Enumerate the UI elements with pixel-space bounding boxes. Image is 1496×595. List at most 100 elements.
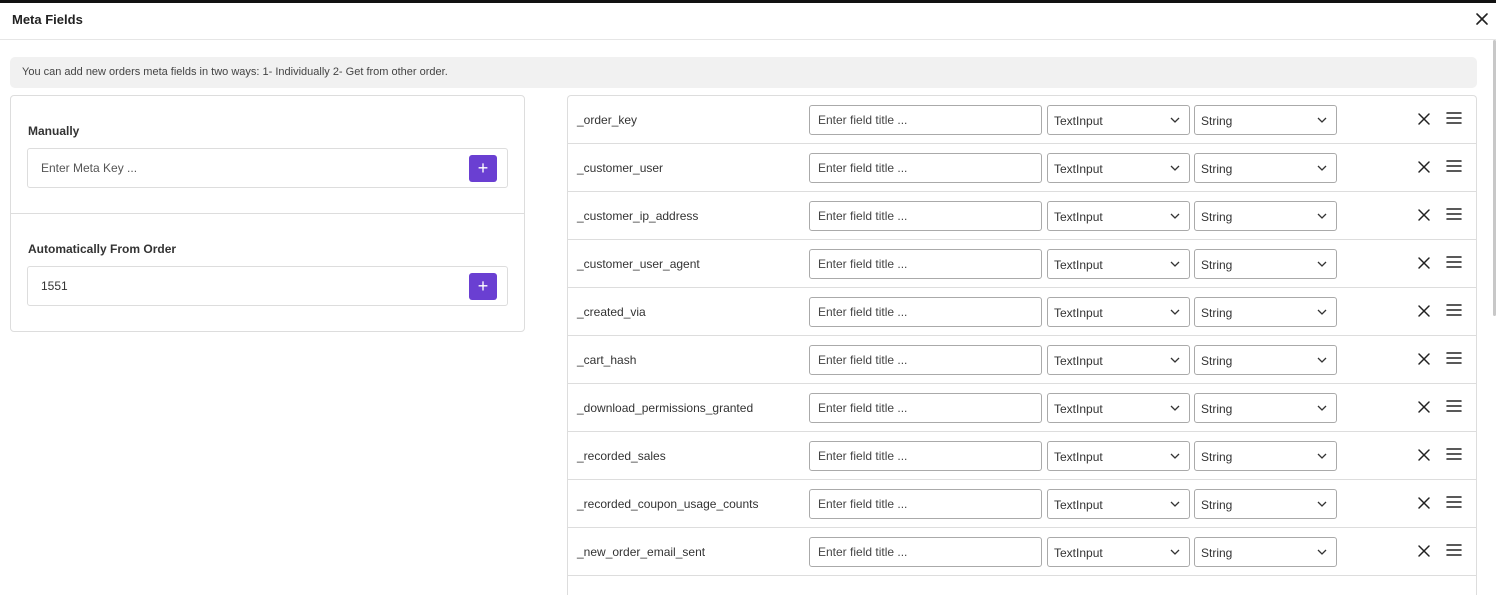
order-id-input[interactable] <box>29 268 466 304</box>
chevron-down-icon <box>1170 261 1180 267</box>
chevron-down-icon <box>1317 213 1327 219</box>
meta-field-key: _order_key <box>577 113 638 127</box>
field-type-select[interactable]: TextInput <box>1047 489 1190 519</box>
data-type-value: String <box>1201 546 1233 560</box>
add-meta-panel: Manually + Automatically From Order + <box>10 95 525 332</box>
drag-handle-icon[interactable] <box>1446 447 1462 461</box>
chevron-down-icon <box>1317 549 1327 555</box>
field-title-input[interactable] <box>809 537 1042 567</box>
drag-handle-icon[interactable] <box>1446 303 1462 317</box>
add-from-order-button[interactable]: + <box>469 273 497 300</box>
data-type-select[interactable]: String <box>1194 393 1337 423</box>
drag-handle-icon[interactable] <box>1446 351 1462 365</box>
field-title-input[interactable] <box>809 249 1042 279</box>
meta-field-key: _customer_ip_address <box>577 209 699 223</box>
data-type-value: String <box>1201 498 1233 512</box>
data-type-select[interactable]: String <box>1194 441 1337 471</box>
add-meta-key-button[interactable]: + <box>469 155 497 182</box>
meta-field-row: _cart_hash TextInput String <box>568 336 1476 384</box>
field-type-select[interactable]: TextInput <box>1047 153 1190 183</box>
field-type-value: TextInput <box>1054 546 1103 560</box>
meta-field-key: _download_permissions_granted <box>577 401 754 415</box>
meta-field-row: _customer_user TextInput String <box>568 144 1476 192</box>
chevron-down-icon <box>1170 357 1180 363</box>
drag-handle-icon[interactable] <box>1446 543 1462 557</box>
field-type-select[interactable]: TextInput <box>1047 345 1190 375</box>
field-title-input[interactable] <box>809 345 1042 375</box>
delete-row-icon[interactable] <box>1417 448 1431 462</box>
meta-field-key: _customer_user <box>577 161 664 175</box>
field-title-input[interactable] <box>809 201 1042 231</box>
meta-key-input[interactable] <box>29 150 466 186</box>
manual-label: Manually <box>28 124 80 138</box>
meta-fields-list: _order_key TextInput String _customer_us… <box>567 95 1477 595</box>
meta-field-row: _download_permissions_granted TextInput … <box>568 384 1476 432</box>
data-type-value: String <box>1201 210 1233 224</box>
delete-row-icon[interactable] <box>1417 496 1431 510</box>
chevron-down-icon <box>1170 501 1180 507</box>
delete-row-icon[interactable] <box>1417 208 1431 222</box>
field-type-select[interactable]: TextInput <box>1047 393 1190 423</box>
chevron-down-icon <box>1317 501 1327 507</box>
field-title-input[interactable] <box>809 441 1042 471</box>
meta-field-key: _cart_hash <box>577 353 637 367</box>
delete-row-icon[interactable] <box>1417 256 1431 270</box>
field-type-value: TextInput <box>1054 402 1103 416</box>
data-type-value: String <box>1201 402 1233 416</box>
field-type-select[interactable]: TextInput <box>1047 537 1190 567</box>
data-type-select[interactable]: String <box>1194 489 1337 519</box>
data-type-value: String <box>1201 450 1233 464</box>
data-type-select[interactable]: String <box>1194 345 1337 375</box>
meta-field-key: _new_order_email_sent <box>577 545 706 559</box>
field-type-value: TextInput <box>1054 306 1103 320</box>
delete-row-icon[interactable] <box>1417 400 1431 414</box>
field-title-input[interactable] <box>809 297 1042 327</box>
delete-row-icon[interactable] <box>1417 352 1431 366</box>
field-title-input[interactable] <box>809 393 1042 423</box>
delete-row-icon[interactable] <box>1417 112 1431 126</box>
field-title-input[interactable] <box>809 489 1042 519</box>
data-type-select[interactable]: String <box>1194 153 1337 183</box>
meta-field-row: _customer_user_agent TextInput String <box>568 240 1476 288</box>
drag-handle-icon[interactable] <box>1446 159 1462 173</box>
chevron-down-icon <box>1170 213 1180 219</box>
drag-handle-icon[interactable] <box>1446 495 1462 509</box>
chevron-down-icon <box>1317 405 1327 411</box>
close-icon[interactable] <box>1474 11 1490 27</box>
chevron-down-icon <box>1317 117 1327 123</box>
field-title-input[interactable] <box>809 153 1042 183</box>
delete-row-icon[interactable] <box>1417 160 1431 174</box>
drag-handle-icon[interactable] <box>1446 255 1462 269</box>
field-title-input[interactable] <box>809 105 1042 135</box>
field-type-select[interactable]: TextInput <box>1047 297 1190 327</box>
chevron-down-icon <box>1170 549 1180 555</box>
chevron-down-icon <box>1317 309 1327 315</box>
drag-handle-icon[interactable] <box>1446 399 1462 413</box>
meta-field-key: _recorded_sales <box>577 449 666 463</box>
order-id-box: + <box>27 266 508 306</box>
data-type-select[interactable]: String <box>1194 201 1337 231</box>
data-type-select[interactable]: String <box>1194 249 1337 279</box>
data-type-value: String <box>1201 306 1233 320</box>
field-type-select[interactable]: TextInput <box>1047 249 1190 279</box>
chevron-down-icon <box>1317 165 1327 171</box>
chevron-down-icon <box>1170 453 1180 459</box>
meta-field-row: _recorded_sales TextInput String <box>568 432 1476 480</box>
data-type-select[interactable]: String <box>1194 537 1337 567</box>
data-type-select[interactable]: String <box>1194 105 1337 135</box>
meta-field-key: _created_via <box>577 305 646 319</box>
meta-field-key: _recorded_coupon_usage_counts <box>577 497 759 511</box>
field-type-select[interactable]: TextInput <box>1047 201 1190 231</box>
data-type-select[interactable]: String <box>1194 297 1337 327</box>
chevron-down-icon <box>1170 309 1180 315</box>
delete-row-icon[interactable] <box>1417 304 1431 318</box>
field-type-value: TextInput <box>1054 114 1103 128</box>
field-type-select[interactable]: TextInput <box>1047 441 1190 471</box>
field-type-value: TextInput <box>1054 450 1103 464</box>
drag-handle-icon[interactable] <box>1446 111 1462 125</box>
data-type-value: String <box>1201 114 1233 128</box>
field-type-select[interactable]: TextInput <box>1047 105 1190 135</box>
modal-title: Meta Fields <box>12 12 83 27</box>
drag-handle-icon[interactable] <box>1446 207 1462 221</box>
delete-row-icon[interactable] <box>1417 544 1431 558</box>
